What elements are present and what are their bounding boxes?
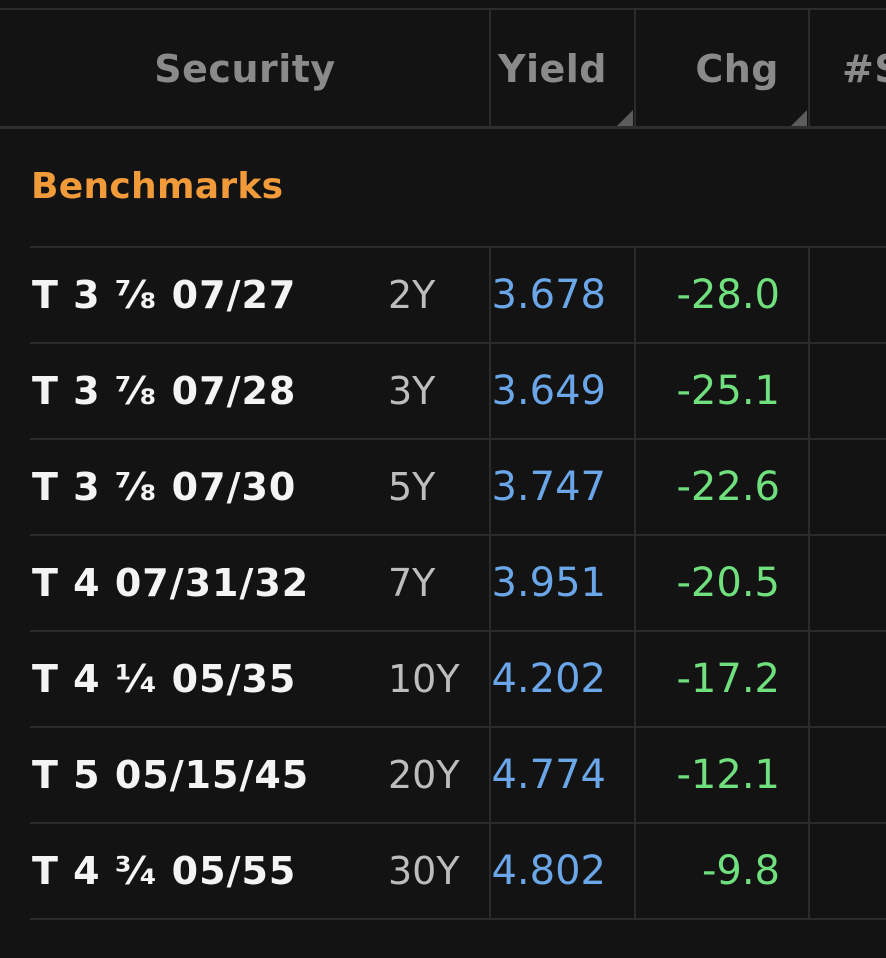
yield-value: 3.747: [491, 464, 606, 510]
tenor-label: 3Y: [388, 369, 436, 413]
tenor-label: 5Y: [388, 465, 436, 509]
group-title-benchmarks[interactable]: Benchmarks: [31, 166, 283, 207]
tenor-label: 7Y: [388, 561, 436, 605]
table-header: Security Yield Chg #S: [0, 10, 886, 127]
column-resize-handle-icon[interactable]: [791, 110, 807, 126]
yield-value: 4.774: [491, 752, 606, 798]
change-value: -12.1: [676, 752, 781, 798]
security-name: T 3 ⁷⁄₈ 07/27: [32, 273, 297, 317]
yield-value: 4.802: [491, 848, 606, 894]
table-row[interactable]: T 4 ³⁄₄ 05/55 30Y 4.802 -9.8: [30, 824, 886, 920]
header-divider: [0, 126, 886, 129]
change-value: -9.8: [701, 848, 780, 894]
tenor-label: 2Y: [388, 273, 436, 317]
column-header-yield[interactable]: Yield: [491, 10, 635, 127]
table-row[interactable]: T 3 ⁷⁄₈ 07/27 2Y 3.678 -28.0: [30, 248, 886, 344]
security-name: T 5 05/15/45: [32, 753, 310, 797]
table-row[interactable]: T 3 ⁷⁄₈ 07/30 5Y 3.747 -22.6: [30, 440, 886, 536]
column-resize-handle-icon[interactable]: [617, 110, 633, 126]
security-name: T 4 ³⁄₄ 05/55: [32, 849, 297, 893]
table-row[interactable]: T 3 ⁷⁄₈ 07/28 3Y 3.649 -25.1: [30, 344, 886, 440]
column-divider[interactable]: [808, 10, 810, 127]
change-value: -28.0: [676, 272, 781, 318]
change-value: -22.6: [676, 464, 781, 510]
yield-value: 3.951: [491, 560, 606, 606]
row-divider: [30, 918, 886, 920]
change-value: -25.1: [676, 368, 781, 414]
table-row[interactable]: T 4 07/31/32 7Y 3.951 -20.5: [30, 536, 886, 632]
yield-value: 3.649: [491, 368, 606, 414]
change-value: -17.2: [676, 656, 781, 702]
security-name: T 4 ¹⁄₄ 05/35: [32, 657, 297, 701]
tenor-label: 20Y: [388, 753, 460, 797]
column-header-chg[interactable]: Chg: [636, 10, 809, 127]
yield-value: 3.678: [491, 272, 606, 318]
yield-value: 4.202: [491, 656, 606, 702]
change-value: -20.5: [676, 560, 781, 606]
tenor-label: 30Y: [388, 849, 460, 893]
table-row[interactable]: T 4 ¹⁄₄ 05/35 10Y 4.202 -17.2: [30, 632, 886, 728]
security-name: T 4 07/31/32: [32, 561, 310, 605]
tenor-label: 10Y: [388, 657, 460, 701]
column-divider[interactable]: [634, 10, 636, 127]
column-header-security[interactable]: Security: [0, 10, 490, 127]
column-header-spread[interactable]: #S: [810, 10, 886, 127]
security-name: T 3 ⁷⁄₈ 07/30: [32, 465, 297, 509]
table-row[interactable]: T 5 05/15/45 20Y 4.774 -12.1: [30, 728, 886, 824]
security-name: T 3 ⁷⁄₈ 07/28: [32, 369, 297, 413]
column-divider[interactable]: [489, 10, 491, 127]
